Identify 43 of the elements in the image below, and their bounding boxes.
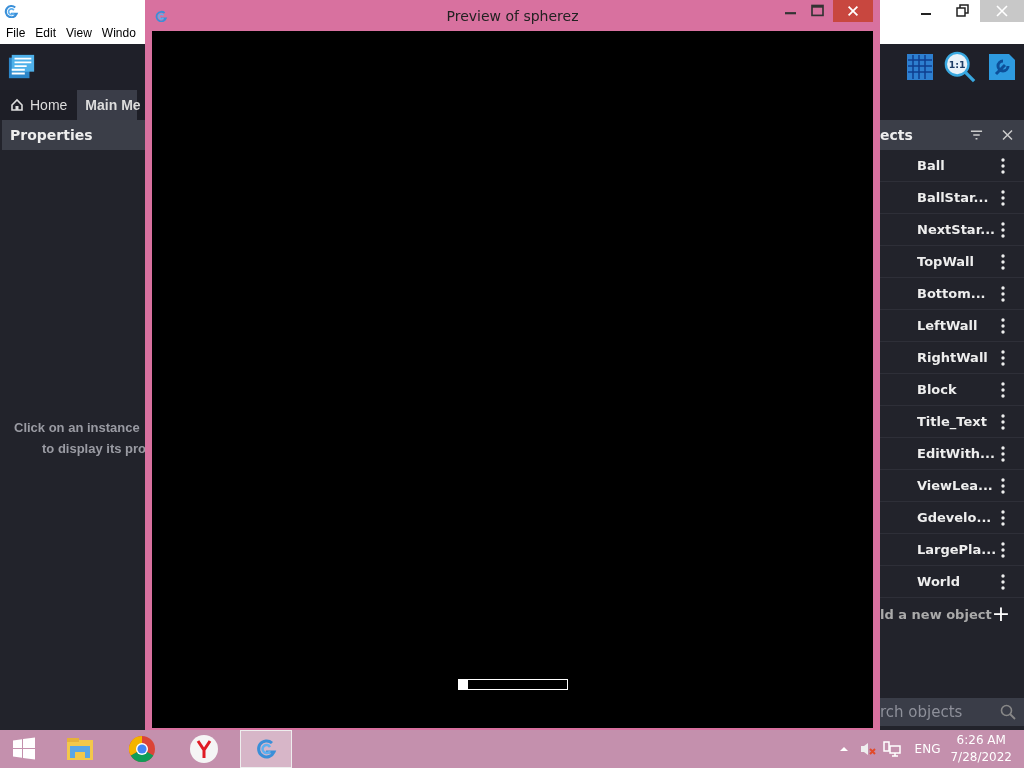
more-options-icon[interactable] (1001, 573, 1005, 590)
more-options-icon[interactable] (1001, 221, 1005, 238)
more-options-icon[interactable] (1001, 541, 1005, 558)
more-options-icon[interactable] (1001, 189, 1005, 206)
more-options-icon[interactable] (1001, 317, 1005, 334)
hint-text: Click on an instance (13, 419, 141, 437)
add-object-link[interactable]: ld a new object (880, 606, 992, 622)
add-icon[interactable]: + (991, 603, 1011, 625)
more-options-icon[interactable] (1001, 413, 1005, 430)
menu-item[interactable]: Edit (35, 26, 57, 40)
menu-item[interactable]: File (6, 26, 26, 40)
up-arrow-icon[interactable] (838, 746, 849, 752)
search-field[interactable]: rch objects (880, 698, 1024, 726)
app-logo-icon (3, 4, 19, 18)
more-options-icon[interactable] (1001, 509, 1005, 526)
more-options-icon[interactable] (1001, 157, 1005, 174)
menu-item[interactable]: View (66, 26, 92, 40)
more-options-icon[interactable] (1001, 381, 1005, 398)
app-logo-icon (154, 9, 168, 22)
panel-title: ects (880, 127, 913, 143)
hint-text: to display its pro (41, 440, 145, 458)
menu-item[interactable]: Windo (101, 26, 136, 40)
document-icon[interactable] (8, 53, 36, 81)
start-button[interactable] (12, 737, 36, 761)
window-title: Preview of spherez (446, 7, 579, 24)
close-button[interactable] (833, 0, 873, 22)
filter-icon[interactable] (970, 129, 983, 141)
home-icon (10, 98, 24, 112)
search-icon (1000, 704, 1016, 720)
more-options-icon[interactable] (1001, 349, 1005, 366)
tab[interactable]: Main Me (77, 90, 138, 120)
yandex-icon (189, 734, 219, 764)
chrome-icon (127, 734, 157, 764)
more-options-icon[interactable] (1001, 477, 1005, 494)
grid-icon[interactable] (906, 53, 934, 81)
more-options-icon[interactable] (1001, 253, 1005, 270)
taskbar-button[interactable] (240, 730, 292, 768)
close-icon[interactable] (1001, 129, 1014, 141)
more-options-icon[interactable] (1001, 285, 1005, 302)
panel-title: Properties (2, 120, 145, 150)
wrench-icon[interactable] (988, 53, 1016, 81)
muted-speaker-icon[interactable] (858, 741, 877, 757)
more-options-icon[interactable] (1001, 445, 1005, 462)
